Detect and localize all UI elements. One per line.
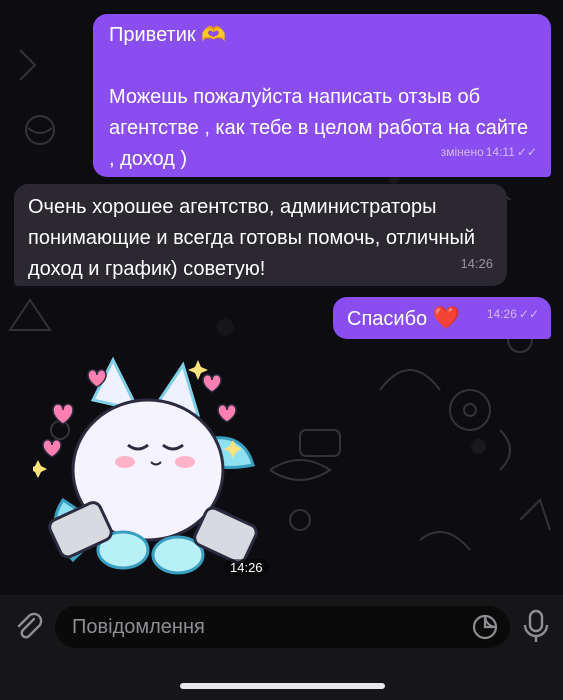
sticker-time: 14:26	[224, 559, 269, 576]
message-time: 14:26	[486, 307, 517, 321]
home-indicator	[180, 683, 385, 689]
message-outgoing-2[interactable]: Спасибо ❤️ 14:26 ✓✓	[333, 297, 551, 339]
message-meta: 14:26 ✓✓	[487, 299, 539, 330]
read-status-icon: ✓✓	[516, 145, 537, 159]
heart-emoji: ❤️	[432, 305, 461, 330]
message-text: Очень хорошее агентство, администраторы …	[28, 196, 476, 280]
sticker-icon[interactable]	[472, 614, 498, 640]
message-input[interactable]: Повідомлення	[55, 606, 510, 648]
message-text: Спасибо	[347, 308, 428, 330]
paperclip-icon[interactable]	[12, 610, 44, 642]
message-time: 14:26	[460, 256, 493, 271]
message-time: 14:11	[485, 145, 515, 159]
edited-label: змінено	[440, 145, 484, 159]
fluffy-creature-sticker[interactable]	[33, 350, 263, 580]
message-input-placeholder: Повідомлення	[72, 616, 205, 638]
microphone-icon[interactable]	[522, 608, 550, 644]
message-greeting: Приветик 🫶	[109, 24, 227, 46]
message-outgoing-1[interactable]: Приветик 🫶 Можешь пожалуйста написать от…	[93, 14, 551, 177]
message-meta: 14:26	[460, 248, 493, 279]
message-incoming-1[interactable]: Очень хорошее агентство, администраторы …	[14, 184, 507, 286]
read-status-icon: ✓✓	[518, 307, 539, 321]
message-meta: змінено 14:11 ✓✓	[441, 137, 537, 168]
